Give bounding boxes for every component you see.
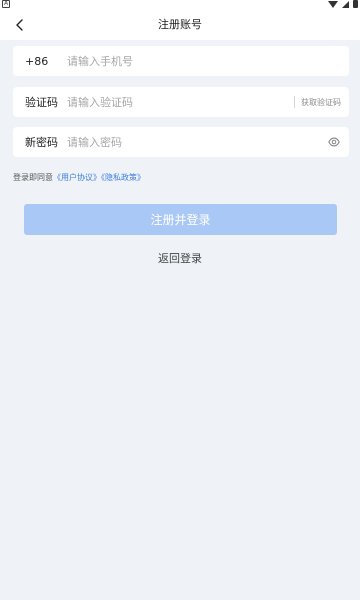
password-field: 新密码 [13,127,349,157]
eye-icon [328,137,340,147]
notification-icon: A [2,0,10,8]
code-field: 验证码 获取验证码 [13,87,349,117]
agreement-text: 登录即同意《用户协议》《隐私政策》 [13,172,145,183]
back-button[interactable] [10,15,30,35]
page-title: 注册账号 [158,18,202,31]
phone-input[interactable] [67,46,349,76]
status-bar: A [0,0,360,10]
privacy-policy-link[interactable]: 《隐私政策》 [101,173,145,182]
user-agreement-link[interactable]: 《用户协议》 [53,173,101,182]
register-login-button[interactable]: 注册并登录 [24,204,337,235]
agreement-prefix: 登录即同意 [13,173,53,182]
password-input[interactable] [67,127,319,157]
code-input[interactable] [67,87,294,117]
password-label: 新密码 [25,136,58,149]
chevron-left-icon [16,19,23,31]
password-visibility-toggle[interactable] [319,127,349,157]
get-code-button[interactable]: 获取验证码 [295,87,349,117]
battery-icon [353,0,358,8]
signal-icon [342,0,349,8]
phone-field: +86 [13,46,349,76]
status-icons [328,0,358,8]
phone-prefix[interactable]: +86 [13,55,67,68]
header: 注册账号 [0,10,360,40]
wifi-icon [328,0,338,8]
code-label: 验证码 [25,96,58,109]
back-to-login-link[interactable]: 返回登录 [0,250,360,266]
